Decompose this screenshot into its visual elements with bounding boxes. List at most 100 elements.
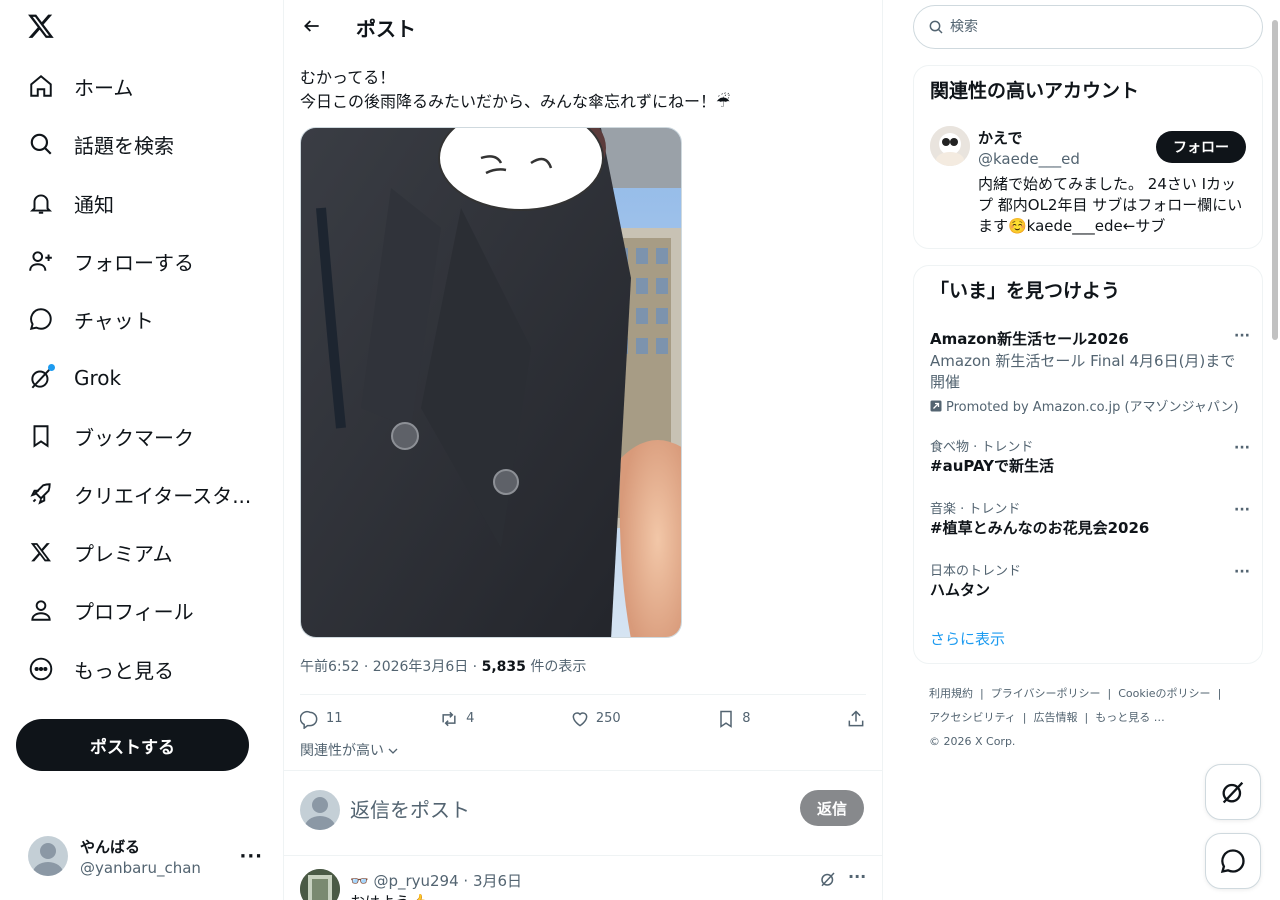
footer-link-privacy[interactable]: プライバシーポリシー	[991, 687, 1101, 700]
trend-item[interactable]: 日本のトレンド ハムタン ···	[930, 560, 1250, 600]
trend-title: #植草とみんなのお花見会2026	[930, 519, 1150, 537]
more-dots-icon[interactable]: ···	[848, 867, 866, 886]
footer-link-ads[interactable]: 広告情報	[1034, 711, 1078, 724]
scrollbar[interactable]	[1272, 20, 1278, 340]
suggested-name[interactable]: かえで	[978, 127, 1023, 148]
reply-text: おはよう👍	[350, 891, 429, 900]
who-to-follow-card: 関連性の高いアカウント かえで @kaede___ed フォロー 内緒で始めてみ…	[913, 65, 1263, 249]
account-name: やんばる	[80, 837, 141, 856]
trend-item[interactable]: 音楽 · トレンド #植草とみんなのお花見会2026 ···	[930, 498, 1250, 538]
footer-link-terms[interactable]: 利用規約	[929, 687, 973, 700]
nav-bookmarks-label: ブックマーク	[74, 425, 194, 450]
view-suffix: 件の表示	[525, 659, 587, 675]
footer-links: 利用規約 | プライバシーポリシー | Cookieのポリシー | アクセシビリティ | 広告…	[929, 682, 1249, 754]
arrow-left-icon	[304, 20, 319, 32]
nav-explore[interactable]: 話題を検索	[16, 120, 266, 168]
search-icon	[929, 20, 943, 34]
chevron-down-icon	[388, 748, 398, 754]
repost-action[interactable]: 4	[438, 709, 474, 729]
nav-creator-studio-label: クリエイタースタ...	[74, 483, 252, 508]
share-action[interactable]	[846, 709, 866, 729]
account-switcher[interactable]: やんばる @yanbaru_chan ···	[16, 826, 271, 886]
rocket-icon	[28, 481, 54, 507]
footer-link-accessibility[interactable]: アクセシビリティ	[929, 711, 1016, 724]
footer-separator: |	[1217, 687, 1222, 700]
reply-count: 11	[326, 711, 343, 726]
copyright: © 2026 X Corp.	[929, 735, 1016, 748]
more-dots-icon[interactable]: ···	[1234, 328, 1250, 344]
footer-separator: |	[980, 687, 984, 700]
reply-item[interactable]: 👓 @p_ryu294 · 3月6日 ··· おはよう👍	[284, 857, 882, 900]
suggested-handle[interactable]: @kaede___ed	[978, 150, 1080, 168]
share-icon	[848, 709, 864, 726]
sort-replies-dropdown[interactable]: 関連性が高い	[300, 740, 398, 760]
trend-title: ハムタン	[930, 581, 991, 599]
post-button[interactable]: ポストする	[16, 719, 249, 771]
profile-icon	[28, 597, 54, 623]
heart-icon	[572, 711, 588, 727]
trend-item[interactable]: 食べ物 · トレンド #auPAYで新生活 ···	[930, 436, 1250, 476]
nav-notifications[interactable]: 通知	[16, 179, 266, 227]
trends-card: 「いま」を見つけよう Amazon新生活セール2026 Amazon 新生活セー…	[913, 265, 1263, 664]
main-column: ポスト むかってる！ 今日この後雨降るみたいだから、みんな傘忘れずにねー！☔ 午…	[284, 0, 883, 900]
grok-float-button[interactable]	[1205, 764, 1261, 820]
footer-separator: |	[1022, 711, 1027, 724]
search-box[interactable]	[913, 5, 1263, 49]
avatar	[28, 836, 68, 876]
nav-bookmarks[interactable]: ブックマーク	[16, 412, 266, 460]
who-to-follow-title: 関連性の高いアカウント	[930, 80, 1140, 102]
nav-premium[interactable]: プレミアム	[16, 528, 266, 576]
trend-category: 日本のトレンド	[930, 564, 1022, 579]
avatar[interactable]	[300, 869, 340, 900]
avatar[interactable]	[930, 126, 970, 166]
reply-action[interactable]: 11	[300, 709, 343, 729]
tweet-text: むかってる！ 今日この後雨降るみたいだから、みんな傘忘れずにねー！☔	[300, 66, 730, 114]
footer-separator: |	[1084, 711, 1089, 724]
more-dots-icon: ···	[239, 846, 263, 867]
like-action[interactable]: 250	[570, 709, 621, 729]
chat-float-button[interactable]	[1205, 833, 1261, 889]
more-dots-icon[interactable]: ···	[1234, 440, 1250, 456]
nav-creator-studio[interactable]: クリエイタースタ...	[16, 470, 266, 518]
nav-explore-label: 話題を検索	[74, 133, 174, 158]
footer-link-more[interactable]: もっと見る …	[1095, 711, 1165, 724]
grok-icon	[1222, 781, 1244, 804]
suggested-bio: 内緒で始めてみました。 24さい Iカップ 都内OL2年目 サブはフォロー欄にい…	[978, 175, 1243, 235]
tweet-meta: 午前6:52 · 2026年3月6日 · 5,835 件の表示	[300, 656, 586, 676]
show-more-link[interactable]: さらに表示	[930, 628, 1005, 649]
reply-composer: 返信をポスト 返信	[284, 770, 882, 856]
bookmark-action[interactable]: 8	[716, 709, 750, 729]
trend-description: Amazon 新生活セール Final 4月6日(月)まで開催	[930, 352, 1236, 391]
repost-icon	[442, 711, 456, 726]
bookmark-icon	[720, 710, 732, 728]
tweet-timestamp[interactable]: 午前6:52 · 2026年3月6日 ·	[300, 659, 482, 675]
nav-follow[interactable]: フォローする	[16, 237, 266, 285]
back-button[interactable]	[298, 12, 326, 40]
trend-title: Amazon新生活セール2026	[930, 330, 1129, 348]
reply-input[interactable]: 返信をポスト	[350, 794, 770, 823]
reply-icon	[300, 710, 318, 729]
nav-more-label: もっと見る	[74, 658, 174, 683]
follow-button[interactable]: フォロー	[1156, 131, 1246, 163]
bookmark-icon	[28, 423, 54, 449]
more-dots-icon[interactable]: ···	[1234, 564, 1250, 580]
nav-more[interactable]: もっと見る	[16, 645, 266, 693]
nav-chat[interactable]: チャット	[16, 295, 266, 343]
tweet-line: 今日この後雨降るみたいだから、みんな傘忘れずにねー！☔	[300, 92, 731, 111]
tweet-actions: 11 4 250 8	[300, 694, 866, 742]
nav-home[interactable]: ホーム	[16, 62, 266, 110]
trend-item[interactable]: Amazon新生活セール2026 Amazon 新生活セール Final 4月6…	[930, 328, 1250, 415]
nav-profile[interactable]: プロフィール	[16, 586, 266, 634]
trends-title: 「いま」を見つけよう	[930, 280, 1121, 302]
right-sidebar: 関連性の高いアカウント かえで @kaede___ed フォロー 内緒で始めてみ…	[883, 0, 1280, 900]
nav-grok[interactable]: Grok	[16, 354, 266, 402]
chat-icon	[1220, 849, 1245, 874]
tweet-photo[interactable]	[300, 127, 682, 638]
footer-link-cookies[interactable]: Cookieのポリシー	[1118, 687, 1210, 700]
reply-button[interactable]: 返信	[800, 790, 864, 826]
more-dots-icon[interactable]: ···	[1234, 502, 1250, 518]
trend-title: #auPAYで新生活	[930, 457, 1055, 475]
search-input[interactable]	[950, 19, 1250, 35]
x-logo-icon[interactable]	[26, 12, 58, 44]
grok-icon[interactable]	[819, 870, 837, 892]
